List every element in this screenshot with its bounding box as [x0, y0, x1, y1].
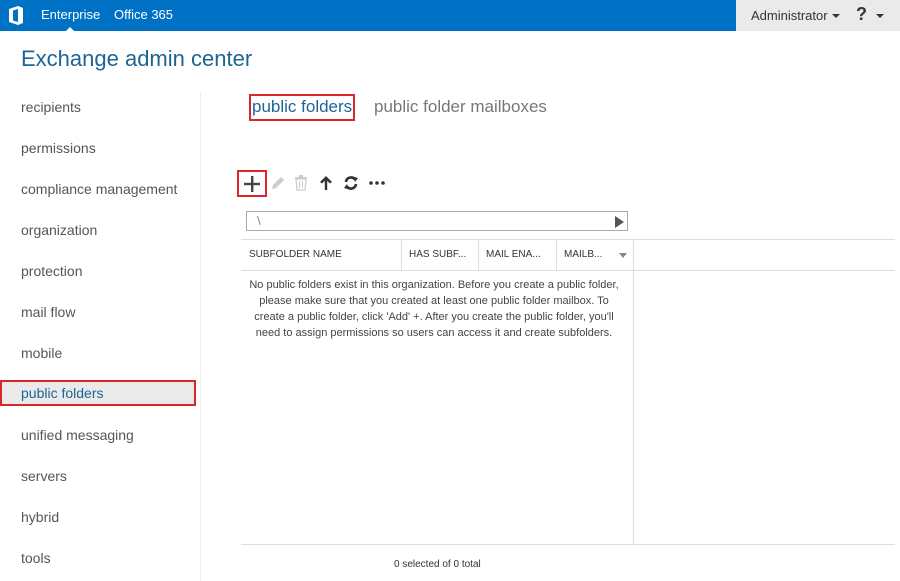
- navigate-arrow-icon[interactable]: [615, 216, 624, 228]
- user-menu[interactable]: Administrator: [751, 8, 828, 23]
- delete-icon: [295, 175, 307, 191]
- column-chooser-chevron-down-icon[interactable]: [619, 253, 627, 258]
- tab-public-folders[interactable]: public folders: [249, 94, 356, 121]
- folder-path-field[interactable]: \: [246, 211, 628, 231]
- sidebar-item-mobile[interactable]: mobile: [0, 340, 196, 366]
- sidebar-item-compliance-management[interactable]: compliance management: [0, 176, 196, 202]
- sidebar-divider: [200, 92, 201, 581]
- edit-button[interactable]: [267, 172, 289, 194]
- sidebar-item-recipients[interactable]: recipients: [0, 94, 196, 120]
- sidebar-item-tools[interactable]: tools: [0, 545, 196, 571]
- move-up-button[interactable]: [315, 172, 337, 194]
- user-menu-chevron-down-icon[interactable]: [832, 14, 840, 18]
- refresh-icon: [344, 176, 358, 190]
- user-area: Administrator ?: [736, 0, 900, 31]
- delete-button[interactable]: [290, 172, 312, 194]
- help-chevron-down-icon[interactable]: [876, 14, 884, 18]
- top-bar: Enterprise Office 365 Administrator ?: [0, 0, 900, 32]
- more-icon: [369, 181, 385, 185]
- sidebar-item-servers[interactable]: servers: [0, 463, 196, 489]
- sidebar-item-organization[interactable]: organization: [0, 217, 196, 243]
- add-button[interactable]: [237, 170, 267, 197]
- edit-icon: [272, 177, 284, 189]
- refresh-button[interactable]: [340, 172, 362, 194]
- office-logo-icon[interactable]: [9, 6, 23, 25]
- column-header-mail-enabled[interactable]: MAIL ENA...: [478, 240, 556, 270]
- nav-office-365[interactable]: Office 365: [114, 7, 173, 22]
- move-up-icon: [320, 176, 332, 190]
- column-header-mailbox[interactable]: MAILB...: [556, 240, 616, 270]
- more-button[interactable]: [366, 172, 388, 194]
- sidebar-item-permissions[interactable]: permissions: [0, 135, 196, 161]
- nav-enterprise[interactable]: Enterprise: [41, 7, 100, 32]
- column-header-has-subfolders[interactable]: HAS SUBF...: [401, 240, 478, 270]
- empty-grid-message: No public folders exist in this organiza…: [249, 279, 619, 339]
- grid-header-border: [241, 270, 895, 271]
- app-title: Exchange admin center: [21, 46, 253, 71]
- folder-path-value: \: [257, 214, 261, 227]
- details-pane-divider: [633, 240, 634, 545]
- sidebar-item-hybrid[interactable]: hybrid: [0, 504, 196, 530]
- sidebar-item-unified-messaging[interactable]: unified messaging: [0, 422, 196, 448]
- sidebar-item-public-folders[interactable]: public folders: [0, 380, 196, 406]
- help-icon[interactable]: ?: [856, 4, 867, 25]
- column-header-subfolder-name[interactable]: SUBFOLDER NAME: [241, 240, 401, 270]
- grid-bottom-border: [241, 544, 895, 545]
- add-icon: [244, 175, 260, 192]
- selection-status: 0 selected of 0 total: [394, 559, 481, 570]
- sidebar-item-mail-flow[interactable]: mail flow: [0, 299, 196, 325]
- tab-public-folder-mailboxes[interactable]: public folder mailboxes: [374, 97, 547, 117]
- sidebar: recipients permissions compliance manage…: [0, 86, 200, 581]
- sidebar-item-protection[interactable]: protection: [0, 258, 196, 284]
